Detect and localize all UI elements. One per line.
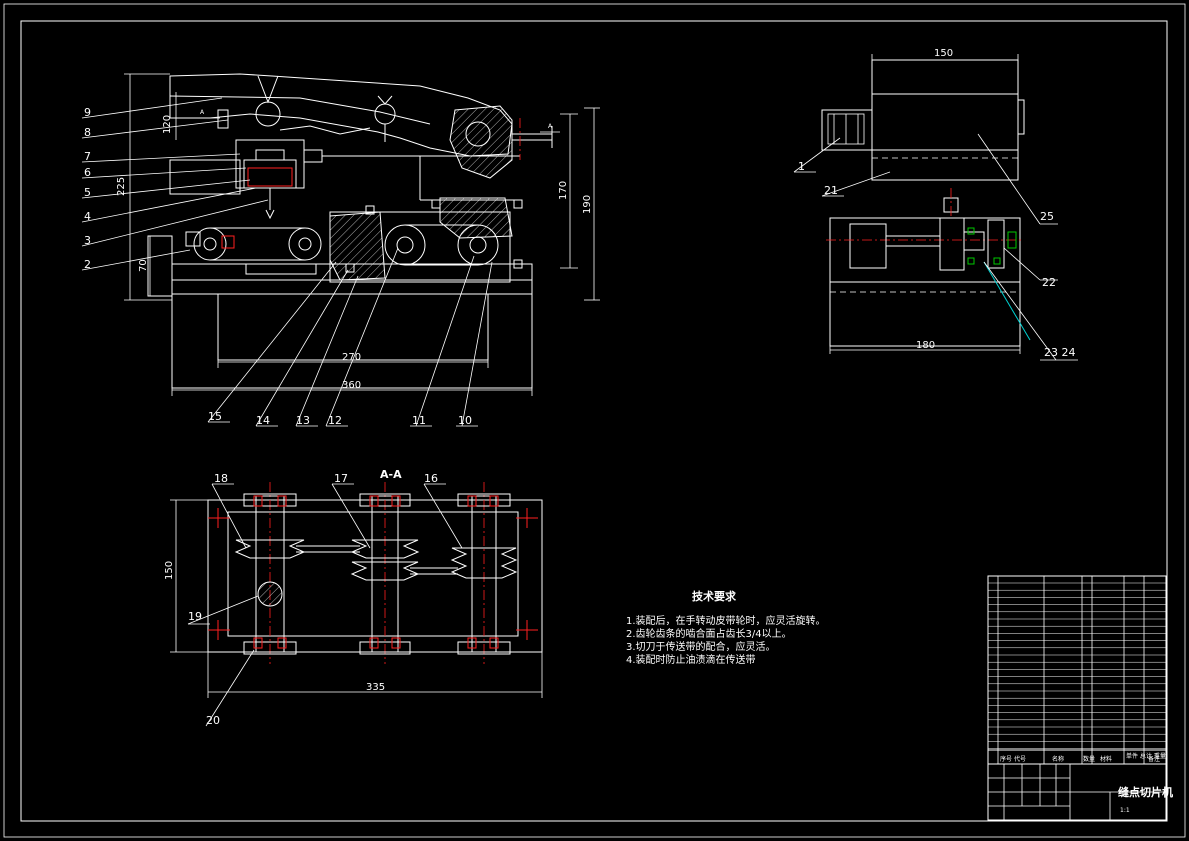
dim-225: 225: [116, 177, 127, 196]
dim-190: 190: [582, 195, 593, 214]
dim-150-side: 150: [164, 561, 175, 580]
label-21: 21: [824, 184, 838, 197]
label-12: 12: [328, 414, 342, 427]
tech-item-4: 4.装配时防止油渍滴在传送带: [626, 653, 756, 666]
title-block: 缝点切片机 1:1 序号 代号 名称 数量 材料 单件 总计 重量 备注: [987, 752, 1173, 821]
drawing-frame: [3, 3, 1186, 838]
dim-270: 270: [342, 352, 361, 363]
label-6: 6: [84, 166, 91, 179]
section-title: A-A: [380, 468, 402, 481]
label-20: 20: [206, 714, 220, 727]
header-col-code: 代号: [1014, 755, 1026, 763]
label-15: 15: [208, 410, 222, 423]
label-9: 9: [84, 106, 91, 119]
header-col-qty: 数量: [1083, 755, 1095, 763]
header-col-index: 序号: [1000, 755, 1012, 763]
tech-item-3: 3.切刀于传送带的配合，应灵活。: [626, 640, 776, 653]
drawing-scale: 1:1: [1120, 807, 1130, 814]
header-col-name: 名称: [1052, 755, 1064, 763]
header-col-remark: 备注: [1148, 755, 1160, 763]
section-a-a: [170, 482, 543, 727]
label-3: 3: [84, 234, 91, 247]
front-view: [81, 73, 600, 427]
label-5: 5: [84, 186, 91, 199]
tech-heading: 技术要求: [692, 589, 737, 603]
label-23-24: 23 24: [1044, 346, 1076, 359]
tech-item-2: 2.齿轮齿条的啮合面占齿长3/4以上。: [626, 627, 792, 640]
label-13: 13: [296, 414, 310, 427]
dim-180: 180: [916, 340, 935, 351]
cad-drawing-canvas: 9 8 7 6 5 4 3 2 15 14 13 12 11 10 A A 12…: [3, 3, 1186, 838]
section-labels: A-A 18 17 16 19 20 150 335: [164, 468, 438, 727]
dim-360: 360: [342, 380, 361, 391]
label-2: 2: [84, 258, 91, 271]
top-view: [793, 54, 1078, 361]
dim-70: 70: [138, 259, 149, 272]
parts-list: [987, 575, 1167, 765]
label-7: 7: [84, 150, 91, 163]
label-19: 19: [188, 610, 202, 623]
section-mark-a-left: A: [200, 109, 205, 116]
label-17: 17: [334, 472, 348, 485]
tech-item-1: 1.装配后，在手转动皮带轮时，应灵活旋转。: [626, 614, 826, 627]
label-22: 22: [1042, 276, 1056, 289]
label-18: 18: [214, 472, 228, 485]
label-4: 4: [84, 210, 91, 223]
label-16: 16: [424, 472, 438, 485]
header-col-material: 材料: [1100, 755, 1112, 763]
label-10: 10: [458, 414, 472, 427]
label-14: 14: [256, 414, 270, 427]
dim-335: 335: [366, 682, 385, 693]
drawing-title: 缝点切片机: [1118, 785, 1173, 799]
dim-150-top: 150: [934, 48, 953, 59]
label-1: 1: [798, 160, 805, 173]
dim-170: 170: [558, 181, 569, 200]
technical-requirements: 技术要求 1.装配后，在手转动皮带轮时，应灵活旋转。 2.齿轮齿条的啮合面占齿长…: [626, 589, 826, 666]
dim-120: 120: [162, 115, 173, 134]
label-8: 8: [84, 126, 91, 139]
label-11: 11: [412, 414, 426, 427]
top-view-labels: 150 180 1 21 25 22 23 24: [798, 48, 1076, 359]
label-25: 25: [1040, 210, 1054, 223]
